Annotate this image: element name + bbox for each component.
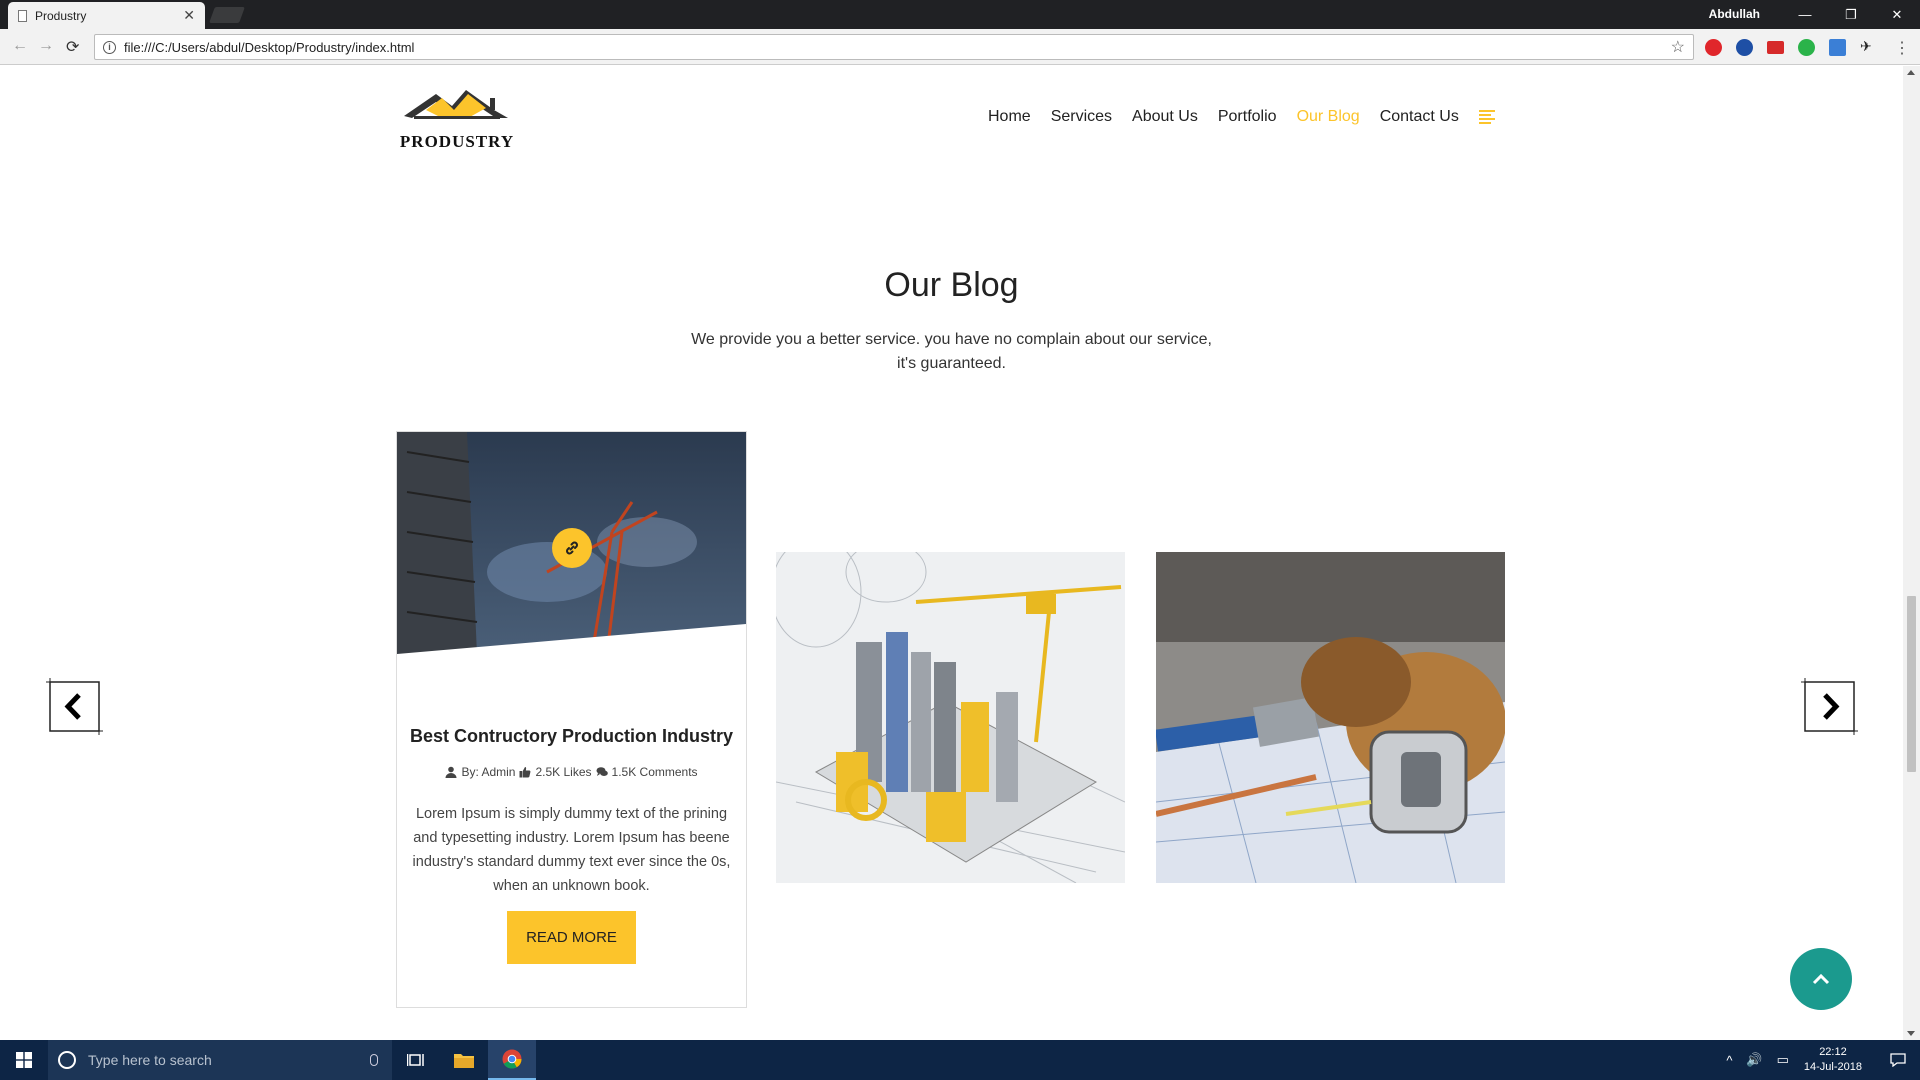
reload-icon[interactable]: ⟳	[66, 37, 79, 57]
windows-start-button[interactable]	[0, 1040, 48, 1080]
blue-ext-icon[interactable]	[1829, 39, 1846, 56]
task-view-icon	[407, 1054, 424, 1066]
browser-menu-icon[interactable]: ⋮	[1894, 38, 1910, 58]
profile-name[interactable]: Abdullah	[1709, 7, 1760, 21]
tab-title: Produstry	[35, 8, 87, 23]
nav-portfolio[interactable]: Portfolio	[1218, 108, 1277, 126]
browser-tab[interactable]: Produstry ✕	[8, 2, 205, 29]
task-view-button[interactable]	[392, 1040, 440, 1080]
tray-expand-icon[interactable]: ^	[1726, 1053, 1732, 1068]
tab-close-icon[interactable]: ✕	[183, 7, 195, 24]
menu-icon[interactable]	[1478, 110, 1495, 124]
nav-about-us[interactable]: About Us	[1132, 108, 1198, 126]
thumbs-up-icon	[519, 767, 531, 778]
browser-toolbar: ← → ⟳ i file:///C:/Users/abdul/Desktop/P…	[0, 29, 1920, 65]
action-center-button[interactable]	[1876, 1040, 1920, 1080]
chrome-taskbar-button[interactable]	[488, 1040, 536, 1080]
blog-card-comments: 1.5K Comments	[611, 765, 698, 779]
minimize-button[interactable]: —	[1782, 0, 1828, 29]
blog-card-image[interactable]	[397, 432, 746, 654]
nav-our-blog[interactable]: Our Blog	[1297, 108, 1360, 126]
nav-services[interactable]: Services	[1051, 108, 1112, 126]
page-viewport: PRODUSTRY Home Services About Us Portfol…	[0, 66, 1903, 1040]
blog-card: Best Contructory Production Industry By:…	[396, 431, 747, 1008]
clock-date: 14-Jul-2018	[1803, 1061, 1862, 1073]
volume-icon[interactable]: 🔊	[1746, 1052, 1762, 1068]
section-title: Our Blog	[884, 266, 1019, 304]
red-ext-icon[interactable]	[1767, 41, 1784, 54]
cortana-icon	[58, 1051, 76, 1069]
blog-card-meta: By: Admin 2.5K Likes 1.5K Comments	[397, 765, 746, 779]
comments-icon	[596, 767, 608, 776]
info-icon[interactable]: i	[103, 40, 116, 54]
chrome-icon	[502, 1049, 522, 1069]
windows-taskbar: Type here to search ^ 🔊 ▭ 22:12 14-Jul-2…	[0, 1040, 1920, 1080]
opera-red-icon[interactable]	[1705, 39, 1722, 56]
document-icon	[18, 9, 27, 22]
pin-ext-icon[interactable]: ✈	[1860, 38, 1877, 55]
microphone-icon[interactable]	[370, 1054, 378, 1066]
chevron-left-icon	[46, 678, 103, 735]
site-logo[interactable]: PRODUSTRY	[396, 88, 518, 151]
nav-home[interactable]: Home	[988, 108, 1031, 126]
system-tray: ^ 🔊 ▭ 22:12 14-Jul-2018	[1719, 1040, 1920, 1080]
page-scrollbar[interactable]	[1903, 66, 1920, 1040]
chevron-up-icon	[1812, 973, 1830, 985]
taskbar-clock[interactable]: 22:12 14-Jul-2018	[1804, 1045, 1862, 1075]
maximize-button[interactable]: ❐	[1828, 0, 1874, 29]
scroll-up-icon[interactable]	[1907, 70, 1915, 75]
green-ext-icon[interactable]	[1798, 39, 1815, 56]
back-arrow-icon[interactable]: ←	[12, 37, 28, 55]
notification-icon	[1890, 1053, 1906, 1067]
blog-card-excerpt: Lorem Ipsum is simply dummy text of the …	[412, 806, 731, 894]
read-more-button[interactable]: READ MORE	[507, 911, 636, 964]
file-explorer-button[interactable]	[440, 1040, 488, 1080]
taskbar-search-placeholder: Type here to search	[88, 1052, 212, 1068]
logo-roof-icon	[404, 90, 508, 119]
network-icon[interactable]: ▭	[1777, 1052, 1789, 1068]
logo-text: PRODUSTRY	[399, 132, 515, 151]
tools-photo	[1156, 552, 1505, 883]
address-bar[interactable]: i file:///C:/Users/abdul/Desktop/Produst…	[94, 34, 1694, 60]
new-tab-button[interactable]	[209, 7, 245, 23]
scroll-thumb[interactable]	[1907, 596, 1916, 772]
bookmark-star-icon[interactable]: ☆	[1671, 37, 1685, 57]
globe-blue-icon[interactable]	[1736, 39, 1753, 56]
section-subtitle: We provide you a better service. you hav…	[691, 331, 1212, 372]
close-window-button[interactable]: ✕	[1874, 0, 1920, 29]
link-icon[interactable]	[552, 528, 592, 568]
scroll-down-icon[interactable]	[1907, 1031, 1915, 1036]
folder-icon	[454, 1054, 474, 1068]
url-text[interactable]: file:///C:/Users/abdul/Desktop/Produstry…	[124, 40, 1671, 55]
clock-time: 22:12	[1819, 1046, 1847, 1058]
taskbar-search[interactable]: Type here to search	[48, 1040, 392, 1080]
back-to-top-button[interactable]	[1790, 948, 1852, 1010]
building-model-photo	[776, 552, 1125, 883]
nav-contact-us[interactable]: Contact Us	[1380, 108, 1459, 126]
slider-prev-button[interactable]	[46, 678, 103, 735]
blog-card-author[interactable]: By: Admin	[461, 765, 515, 779]
slider-next-button[interactable]	[1801, 678, 1858, 735]
main-nav: Home Services About Us Portfolio Our Blo…	[988, 108, 1495, 126]
chevron-right-icon	[1801, 678, 1858, 735]
blog-card-title[interactable]: Best Contructory Production Industry	[397, 726, 746, 747]
user-icon	[445, 766, 457, 778]
forward-arrow-icon[interactable]: →	[38, 37, 54, 55]
blog-card-image[interactable]	[1156, 552, 1505, 883]
blog-card-likes: 2.5K Likes	[535, 765, 592, 779]
windows-logo-icon	[16, 1052, 32, 1068]
browser-tabstrip: Produstry ✕ Abdullah — ❐ ✕	[0, 0, 1920, 29]
blog-card-image[interactable]	[776, 552, 1125, 883]
